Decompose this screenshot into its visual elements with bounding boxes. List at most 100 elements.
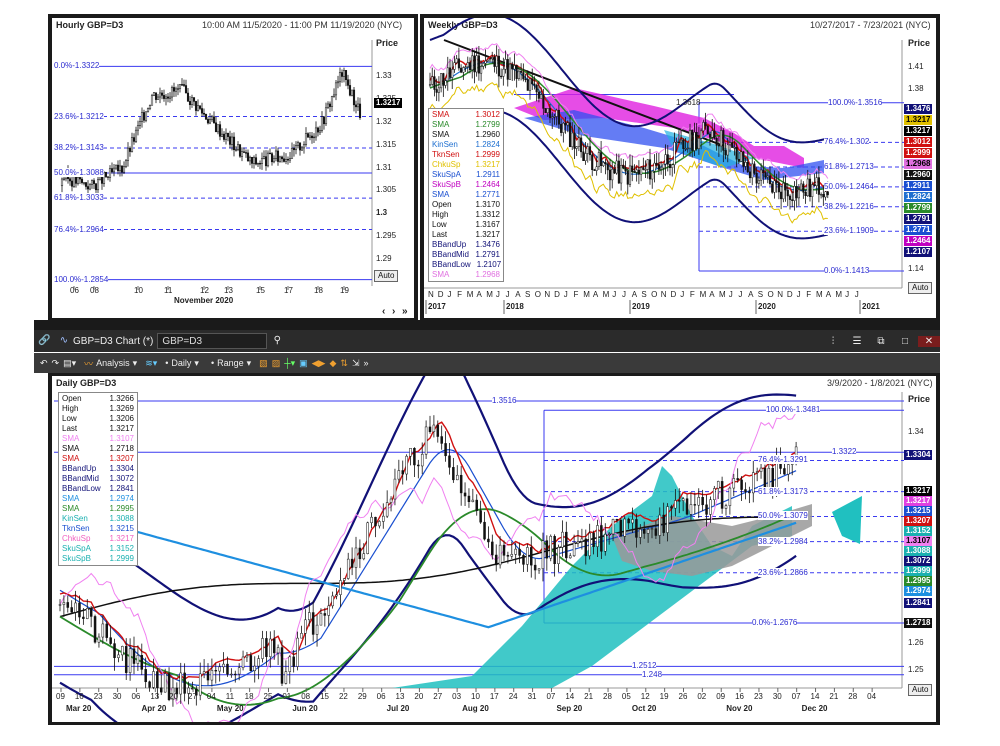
daily-day-tick: 11 [225, 692, 235, 701]
link-icon[interactable]: 🔗 [34, 335, 54, 347]
daily-day-tick: 21 [829, 692, 839, 701]
chart-workspace: Hourly GBP=D3 10:00 AM 11/5/2020 - 11:00… [0, 0, 1000, 746]
weekly-chart-panel[interactable]: Weekly GBP=D3 10/27/2017 - 7/23/2021 (NY… [424, 18, 936, 318]
weekly-candle-body [475, 55, 478, 73]
hourly-nav-right[interactable]: › [392, 306, 395, 317]
daily-candle-body [296, 637, 299, 667]
weekly-legend-row: BBandLow 1.2107 [432, 260, 501, 270]
daily-candle-body [748, 491, 751, 494]
hourly-candle-body [324, 107, 328, 125]
hourly-chart-panel[interactable]: Hourly GBP=D3 10:00 AM 11/5/2020 - 11:00… [52, 18, 414, 318]
weekly-candle-body [506, 59, 509, 80]
daily-candle-body [249, 655, 253, 671]
daily-legend-row: Low 1.3206 [62, 414, 134, 424]
daily-candle-body [237, 667, 241, 675]
popout-icon[interactable]: ⧉ [870, 336, 892, 347]
zoom-icon[interactable]: ◀▶ [312, 358, 326, 369]
forward-icon[interactable]: ↷ [52, 358, 60, 369]
wave-icon[interactable]: ≋▾ [145, 358, 157, 369]
daily-day-tick: 20 [414, 692, 424, 701]
daily-candle-body [272, 638, 276, 654]
weekly-legend-row: High 1.3312 [432, 210, 500, 220]
daily-candle-body [463, 492, 467, 497]
layout-icon[interactable]: ▣ [299, 358, 308, 369]
daily-candle-body [642, 529, 646, 534]
daily-candle-body [128, 648, 132, 673]
hourly-candle-body [122, 166, 126, 173]
chart-tab[interactable]: ∿ GBP=D3 Chart (*) [54, 335, 157, 347]
analysis-menu[interactable]: 〰 Analysis ▾ [80, 357, 141, 370]
weekly-legend-value: 1.2999 [475, 150, 500, 159]
weekly-month-tick: J [563, 290, 568, 299]
daily-candle-body [319, 613, 323, 626]
daily-legend-value: 1.3206 [109, 414, 134, 423]
daily-day-tick: 27 [188, 692, 197, 701]
chart-type-icon[interactable]: ▧ [259, 358, 268, 369]
daily-candle-body [226, 663, 229, 675]
hourly-candle-body [272, 158, 276, 163]
daily-day-tick: 20 [169, 692, 179, 701]
hourly-candle-body [84, 182, 88, 187]
weekly-auto-button[interactable]: Auto [908, 282, 933, 294]
weekly-month-tick: A [748, 290, 754, 299]
folder-icon[interactable]: ▤▾ [63, 358, 76, 369]
hourly-fib-label: 0.0%-1.3322 [54, 61, 100, 71]
export-icon[interactable]: ⇲ [352, 358, 360, 369]
daily-price-tag: 1.2999 [904, 566, 933, 576]
daily-legend-name: BBandLow [62, 484, 101, 493]
daily-candle-body [568, 555, 572, 559]
crosshair-icon[interactable]: ┼▾ [284, 358, 295, 369]
daily-candle-body [109, 637, 112, 644]
weekly-legend-value: 1.3167 [475, 220, 500, 229]
daily-candle-body [510, 554, 514, 557]
hourly-candle-body [290, 147, 294, 159]
back-icon[interactable]: ↶ [40, 358, 48, 369]
weekly-candle-body [460, 67, 463, 73]
daily-candle-body [604, 534, 607, 552]
daily-candle-body [436, 424, 440, 437]
more-icon[interactable]: » [363, 358, 368, 368]
menu-icon[interactable]: ☰ [846, 336, 868, 347]
search-icon[interactable]: ⚲ [271, 335, 283, 347]
weekly-candle-body [588, 146, 592, 156]
daily-chart-panel[interactable]: Daily GBP=D3 3/9/2020 - 1/8/2021 (NYC) P… [52, 376, 936, 722]
hourly-nav-end[interactable]: » [402, 306, 408, 317]
weekly-candle-body [744, 161, 747, 167]
weekly-candle-body [488, 58, 492, 61]
daily-candle-body [432, 424, 436, 432]
tree-icon[interactable]: ⫶ [822, 336, 844, 347]
draw-icon[interactable]: ▨ [272, 358, 281, 369]
daily-candle-body [736, 478, 739, 481]
daily-day-tick: 10 [471, 692, 480, 701]
weekly-candle-body [493, 57, 496, 67]
ric-search-input[interactable] [157, 333, 268, 349]
weekly-legend-name: BBandMid [432, 250, 469, 259]
daily-auto-button[interactable]: Auto [908, 684, 933, 696]
hourly-candle-body [174, 88, 178, 92]
maximize-icon[interactable]: □ [894, 336, 916, 347]
daily-legend-row: SMA 1.2995 [62, 504, 134, 514]
weekly-candle-body [691, 130, 694, 151]
range-menu[interactable]: • Range ▾ [207, 358, 255, 369]
daily-day-tick: 02 [697, 692, 707, 701]
hourly-fib-label: 50.0%-1.3088 [54, 168, 104, 178]
weekly-price-tag: 1.2107 [904, 247, 933, 257]
close-icon[interactable]: ✕ [918, 335, 940, 347]
daily-day-tick: 09 [56, 692, 65, 701]
hourly-chart-svg [54, 40, 373, 290]
hourly-nav-left[interactable]: ‹ [382, 306, 385, 317]
weekly-legend-row: SMA 1.2771 [432, 190, 500, 200]
hourly-candle-body [194, 101, 198, 111]
arrows-icon[interactable]: ⇅ [340, 358, 348, 369]
weekly-month-tick: O [651, 290, 658, 299]
daily-candle-body [292, 656, 295, 667]
sort-icon[interactable]: ◆ [329, 358, 336, 369]
weekly-ytick-3: 1.14 [908, 264, 924, 273]
interval-menu[interactable]: • Daily ▾ [161, 358, 203, 369]
daily-legend-row: SMA 1.3207 [62, 454, 134, 464]
daily-candle-body [389, 498, 393, 503]
hourly-xtick: 18 [314, 286, 323, 295]
hourly-candle-body [228, 136, 232, 145]
hourly-auto-button[interactable]: Auto [374, 270, 399, 282]
weekly-candle-body [544, 108, 547, 114]
